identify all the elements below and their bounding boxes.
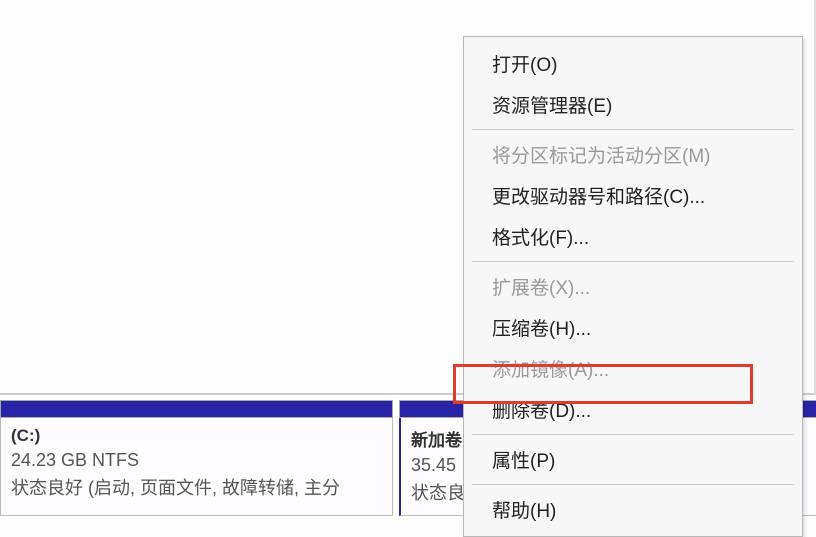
menu-separator <box>472 434 794 435</box>
menu-help[interactable]: 帮助(H) <box>466 489 800 530</box>
menu-mark-active: 将分区标记为活动分区(M) <box>466 134 800 175</box>
menu-change-drive[interactable]: 更改驱动器号和路径(C)... <box>466 175 800 216</box>
menu-explorer[interactable]: 资源管理器(E) <box>466 84 800 125</box>
menu-separator <box>472 484 794 485</box>
context-menu: 打开(O) 资源管理器(E) 将分区标记为活动分区(M) 更改驱动器号和路径(C… <box>463 36 803 537</box>
menu-mirror: 添加镜像(A)... <box>466 348 800 389</box>
drive-c-label: (C:) <box>11 426 382 446</box>
drive-c-size: 24.23 GB NTFS <box>11 450 382 471</box>
menu-format[interactable]: 格式化(F)... <box>466 216 800 257</box>
menu-separator <box>472 129 794 130</box>
menu-extend: 扩展卷(X)... <box>466 266 800 307</box>
menu-separator <box>472 261 794 262</box>
partition-c[interactable]: (C:) 24.23 GB NTFS 状态良好 (启动, 页面文件, 故障转储,… <box>0 400 393 516</box>
drive-c-status: 状态良好 (启动, 页面文件, 故障转储, 主分 <box>11 474 382 500</box>
partition-c-header <box>0 400 393 418</box>
menu-shrink[interactable]: 压缩卷(H)... <box>466 307 800 348</box>
menu-delete-volume[interactable]: 删除卷(D)... <box>466 389 800 430</box>
partition-c-body: (C:) 24.23 GB NTFS 状态良好 (启动, 页面文件, 故障转储,… <box>0 418 393 516</box>
menu-properties[interactable]: 属性(P) <box>466 439 800 480</box>
menu-open[interactable]: 打开(O) <box>466 43 800 84</box>
